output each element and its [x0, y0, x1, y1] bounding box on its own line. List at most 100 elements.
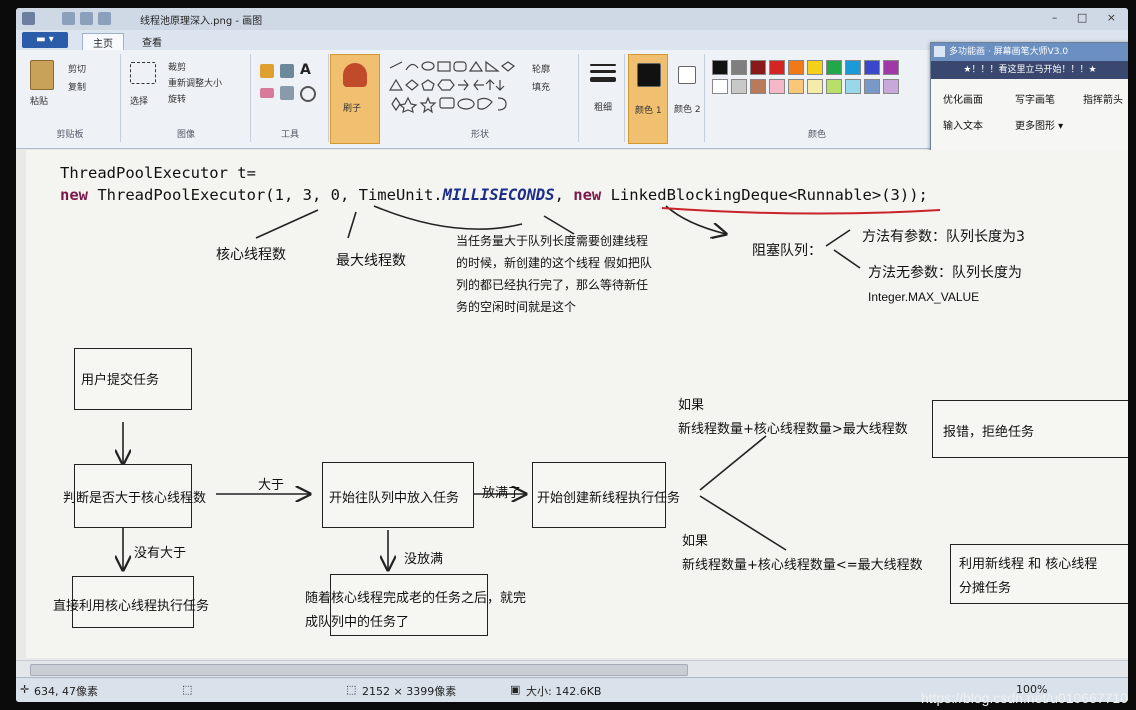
palette-swatch[interactable]: [731, 60, 747, 75]
branch-line-1: [699, 435, 767, 491]
paint-app-icon[interactable]: [22, 12, 35, 25]
paint-window: 线程池原理深入.png - 画图 – □ × ▬ ▾ 主页 查看 粘贴 剪切 复…: [16, 8, 1128, 702]
fill-bucket-icon[interactable]: [280, 64, 294, 78]
with-param-line: [825, 229, 851, 247]
palette-swatch[interactable]: [826, 79, 842, 94]
palette-swatch[interactable]: [807, 60, 823, 75]
share-task-box: 利用新线程 和 核心线程 分摊任务: [950, 544, 1128, 604]
shapes-group: 轮廓 填充 形状: [382, 54, 579, 142]
palette-swatch[interactable]: [750, 79, 766, 94]
select-icon[interactable]: [130, 62, 156, 84]
undo-icon[interactable]: [80, 12, 93, 25]
color2-label: 颜色 2: [674, 105, 701, 115]
selection-icon: ⬚: [182, 683, 193, 696]
reject-box: 报错，拒绝任务: [932, 400, 1128, 458]
color1-label: 颜色 1: [635, 106, 662, 116]
resize-button[interactable]: 重新调整大小: [168, 76, 222, 89]
size-line-medium: [590, 70, 616, 73]
direct-execute-box: 直接利用核心线程执行任务: [53, 576, 209, 628]
tools-group: A 工具: [252, 54, 329, 142]
color2-button[interactable]: 颜色 2: [670, 54, 705, 142]
submit-task-box: 用户提交任务: [74, 348, 192, 410]
brushes-button[interactable]: 刷子: [330, 54, 380, 144]
scrollbar-thumb[interactable]: [30, 664, 688, 676]
outline-dropdown[interactable]: 轮廓: [532, 62, 550, 75]
file-size: 大小: 142.6KB: [526, 685, 602, 698]
copy-button[interactable]: 复制: [68, 80, 86, 93]
palette-swatch[interactable]: [769, 79, 785, 94]
color-picker-icon[interactable]: [280, 86, 294, 100]
palette-swatch[interactable]: [731, 79, 747, 94]
palette-swatch[interactable]: [864, 79, 880, 94]
with-param-label: 方法有参数：队列长度为3: [862, 229, 1025, 245]
shapes-gallery[interactable]: [388, 60, 522, 114]
max-pointer-line: [347, 211, 357, 239]
condition-exceed-label: 新线程数量+核心线程数量>最大线程数: [678, 422, 908, 437]
crop-button[interactable]: 裁剪: [168, 60, 186, 73]
input-text-button[interactable]: 输入文本: [943, 117, 983, 132]
color1-button[interactable]: 颜色 1: [628, 54, 668, 144]
keepalive-pointer-line: [373, 205, 523, 230]
clipboard-group: 粘贴 剪切 复制 剪贴板: [20, 54, 121, 142]
palette-swatch[interactable]: [883, 60, 899, 75]
palette-swatch[interactable]: [788, 60, 804, 75]
horizontal-scrollbar[interactable]: [16, 660, 1128, 677]
paste-icon[interactable]: [30, 60, 54, 90]
eraser-icon[interactable]: [260, 88, 274, 98]
palette-swatch[interactable]: [750, 60, 766, 75]
tab-view[interactable]: 查看: [132, 33, 172, 50]
palette-swatch[interactable]: [712, 79, 728, 94]
cursor-icon: ✛: [20, 683, 30, 696]
palette-swatch[interactable]: [845, 79, 861, 94]
more-shapes-button[interactable]: 更多图形 ▾: [1015, 117, 1063, 132]
full-label: 放满了: [482, 486, 522, 501]
magnifier-icon[interactable]: [300, 86, 316, 102]
image-group-label: 图像: [176, 130, 195, 140]
fill-dropdown[interactable]: 填充: [532, 80, 550, 93]
core-threads-label: 核心线程数: [216, 247, 286, 263]
panel-banner[interactable]: ★！！！看这里立马开始！！！★: [931, 61, 1128, 79]
drawing-canvas[interactable]: ThreadPoolExecutor t= new ThreadPoolExec…: [26, 150, 1128, 658]
optimize-screen-button[interactable]: 优化画面: [943, 91, 983, 106]
size-line-thick: [590, 77, 616, 82]
not-full-label: 没放满: [404, 552, 444, 567]
title-bar: 线程池原理深入.png - 画图 – □ ×: [16, 8, 1128, 30]
brush-icon: [343, 63, 367, 87]
colors-group-label: 颜色: [807, 130, 826, 140]
file-menu-button[interactable]: ▬ ▾: [22, 32, 68, 48]
size-button[interactable]: 粗细: [582, 54, 625, 142]
keepalive-note: 当任务量大于队列长度需要创建线程 的时候，新创建的这个线程 假如把队 列的都已经…: [456, 234, 652, 314]
select-label[interactable]: 选择: [130, 94, 148, 107]
palette-swatch[interactable]: [712, 60, 728, 75]
panel-title: 多功能画 · 屏幕画笔大师V3.0: [931, 43, 1128, 61]
watermark: https://blog.csdn.net/u010667710: [920, 690, 1128, 706]
pencil-icon[interactable]: [260, 64, 274, 78]
cut-button[interactable]: 剪切: [68, 62, 86, 75]
core-pointer-line: [255, 209, 319, 239]
pointer-arrow-button[interactable]: 指挥箭头: [1083, 91, 1123, 106]
palette-swatch[interactable]: [826, 60, 842, 75]
enqueue-box: 开始往队列中放入任务: [322, 462, 474, 528]
branch-line-2: [699, 495, 787, 551]
tools-group-label: 工具: [280, 130, 299, 140]
bigger-label: 大于: [258, 478, 285, 493]
write-pen-button[interactable]: 写字画笔: [1015, 91, 1055, 106]
no-param-label: 方法无参数：队列长度为: [868, 265, 1022, 281]
palette-swatch[interactable]: [845, 60, 861, 75]
palette-swatch[interactable]: [864, 60, 880, 75]
palette-swatch[interactable]: [883, 79, 899, 94]
text-tool-icon[interactable]: A: [300, 62, 311, 78]
max-value-label: Integer.MAX_VALUE: [868, 290, 980, 304]
palette-swatch[interactable]: [807, 79, 823, 94]
rotate-button[interactable]: 旋转: [168, 92, 186, 105]
size-line-thin: [590, 64, 616, 66]
paste-label[interactable]: 粘贴: [30, 94, 48, 107]
save-icon[interactable]: [62, 12, 75, 25]
palette-swatch[interactable]: [769, 60, 785, 75]
color1-swatch: [637, 63, 661, 87]
window-controls[interactable]: – □ ×: [1052, 11, 1124, 24]
redo-icon[interactable]: [98, 12, 111, 25]
tab-home[interactable]: 主页: [82, 33, 124, 51]
clipboard-group-label: 剪贴板: [56, 130, 84, 140]
palette-swatch[interactable]: [788, 79, 804, 94]
